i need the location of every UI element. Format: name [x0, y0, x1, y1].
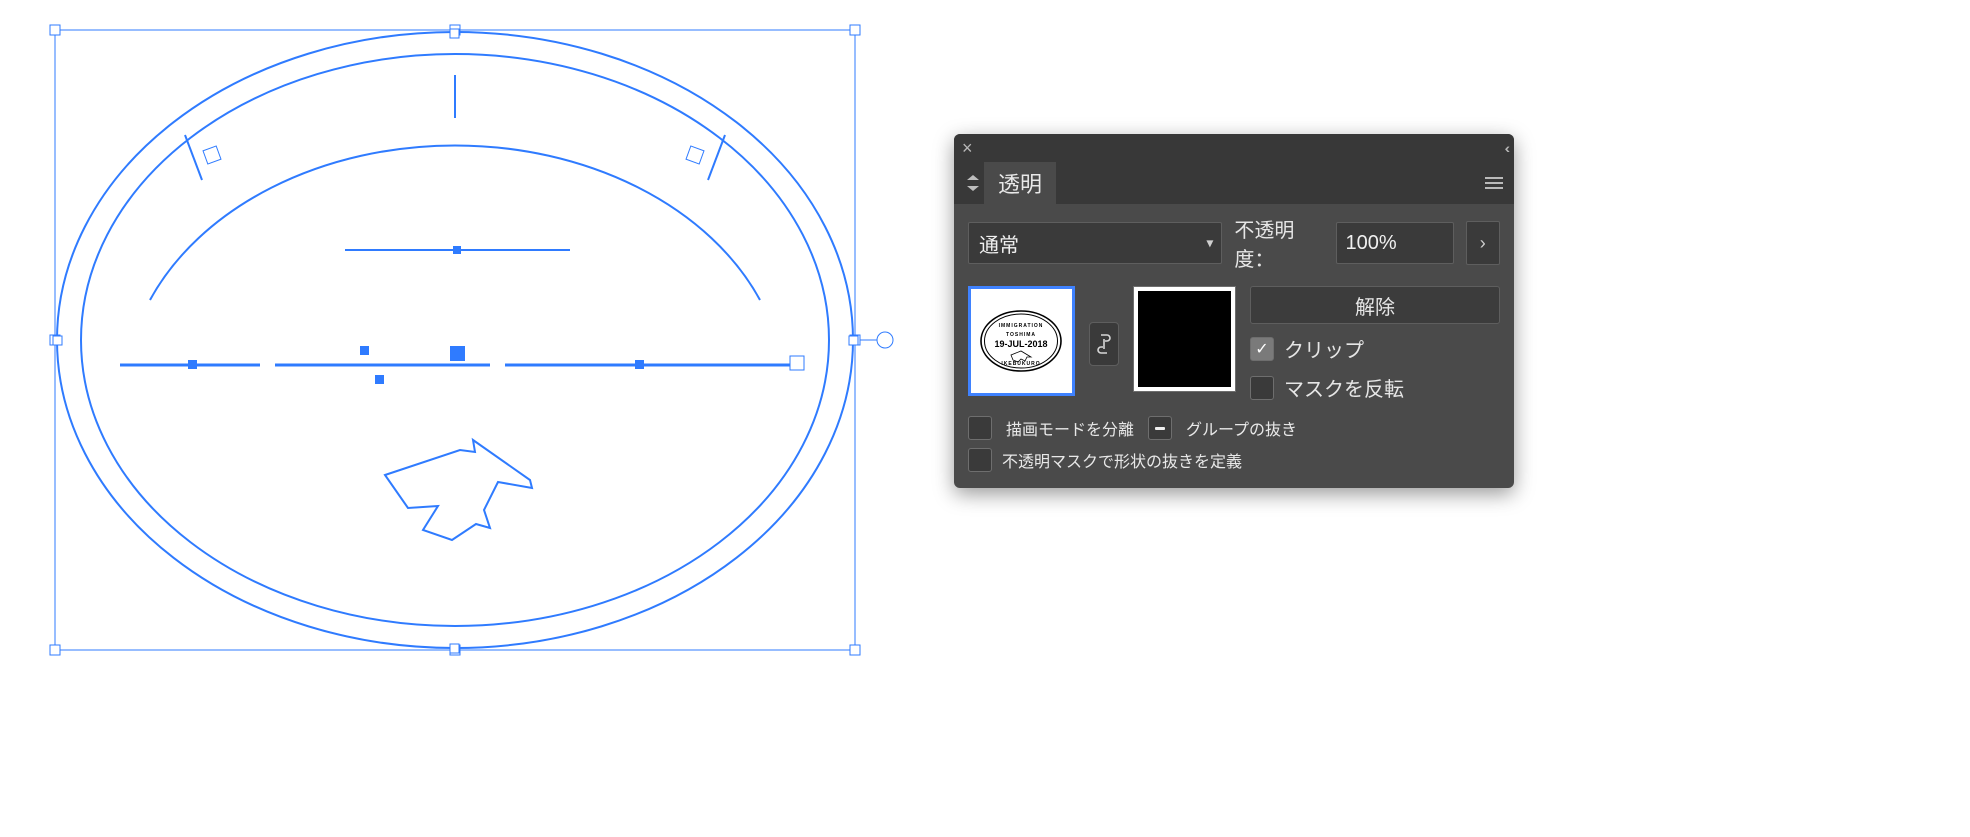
knockout-group-label: グループの抜き: [1186, 416, 1297, 440]
knockout-group-checkbox[interactable]: [1148, 416, 1172, 440]
clip-label: クリップ: [1284, 334, 1364, 363]
blend-mode-value: 通常: [979, 229, 1019, 258]
stamp-mid-text: TOSHIMA: [1006, 332, 1036, 338]
airplane-icon: [385, 440, 532, 540]
define-knockout-checkbox[interactable]: [968, 448, 992, 472]
artwork-thumbnail[interactable]: IMMIGRATION TOSHIMA 19-JUL-2018 IKEBUKUR…: [968, 286, 1075, 396]
opacity-value: 100%: [1345, 232, 1396, 255]
clip-checkbox[interactable]: ✓: [1250, 337, 1274, 361]
invert-mask-label: マスクを反転: [1284, 373, 1404, 402]
chevron-down-icon: ▾: [1206, 235, 1213, 252]
opacity-stepper[interactable]: ›: [1466, 221, 1500, 265]
invert-mask-checkbox[interactable]: [1250, 376, 1274, 400]
define-knockout-label: 不透明マスクで形状の抜きを定義: [1002, 448, 1242, 472]
panel-tabbar: 透明: [954, 162, 1514, 204]
stamp-top-text: IMMIGRATION: [999, 323, 1044, 329]
menu-icon: [1485, 182, 1503, 184]
stamp-bottom-text: IKEBUKURO: [1002, 361, 1041, 367]
close-icon[interactable]: ×: [962, 139, 973, 157]
panel-titlebar[interactable]: × ‹‹: [954, 134, 1514, 162]
mask-link-toggle[interactable]: [1089, 322, 1120, 366]
release-mask-label: 解除: [1355, 297, 1395, 319]
isolate-blending-label: 描画モードを分離: [1006, 416, 1134, 440]
mask-thumbnail[interactable]: [1133, 286, 1236, 392]
stamp-date-text: 19-JUL-2018: [995, 339, 1048, 349]
isolate-blending-checkbox[interactable]: [968, 416, 992, 440]
opacity-input[interactable]: 100%: [1336, 222, 1453, 264]
blend-mode-dropdown[interactable]: 通常 ▾: [968, 222, 1222, 264]
tab-transparency[interactable]: 透明: [984, 162, 1056, 204]
panel-tab-label: 透明: [998, 167, 1042, 199]
selection-bbox[interactable]: [55, 30, 855, 650]
opacity-label: 不透明度：: [1234, 214, 1324, 272]
collapse-icon[interactable]: ‹‹: [1505, 140, 1506, 156]
release-mask-button[interactable]: 解除: [1250, 286, 1500, 324]
stamp-artwork[interactable]: [53, 29, 858, 653]
transparency-panel: × ‹‹ 透明 通常 ▾ 不透明度： 100% ›: [954, 134, 1514, 488]
chevron-right-icon: ›: [1480, 233, 1486, 254]
artboard-canvas[interactable]: [20, 20, 890, 660]
expand-tab-icon[interactable]: [960, 162, 984, 204]
link-icon: [1096, 332, 1112, 356]
panel-body: 通常 ▾ 不透明度： 100% › IMMIGRATION TOSHIMA: [954, 204, 1514, 488]
panel-menu-button[interactable]: [1474, 162, 1514, 204]
